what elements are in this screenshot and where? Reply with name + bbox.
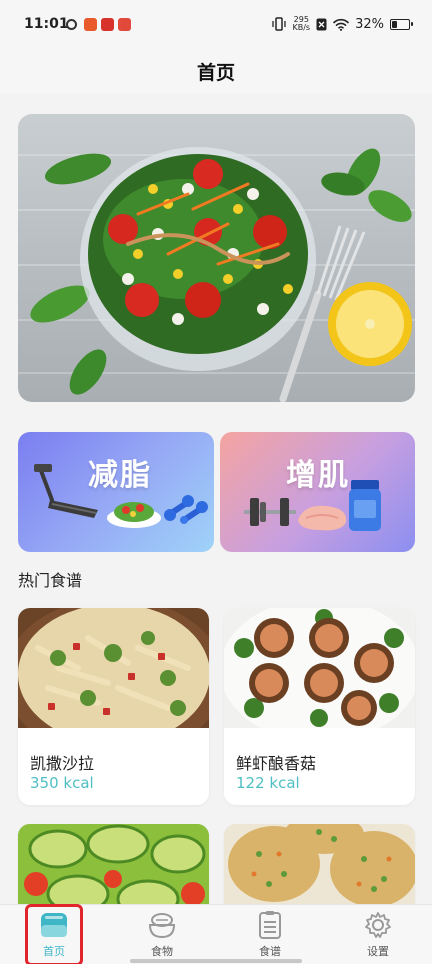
food-bowl-icon bbox=[148, 913, 176, 939]
recipe-image-stuffed-mushroom bbox=[224, 608, 415, 728]
hot-recipes-title: 热门食谱 bbox=[18, 571, 83, 590]
recipe-card-caesar-salad[interactable]: 凯撒沙拉 350 kcal bbox=[18, 608, 209, 805]
dumbbell-blue-icon bbox=[164, 495, 208, 524]
category-muscle-gain-card[interactable]: 增肌 bbox=[220, 432, 415, 552]
network-speed: 295 KB/s bbox=[292, 16, 310, 32]
page-title: 首页 bbox=[196, 62, 235, 84]
app-notification-icon bbox=[84, 18, 97, 31]
protein-jar-icon bbox=[349, 480, 381, 531]
tab-settings[interactable]: 设置 bbox=[324, 905, 432, 964]
category-fat-loss-card[interactable]: 减脂 bbox=[18, 432, 214, 552]
salad-plate-icon bbox=[107, 502, 161, 528]
tab-recipes-label: 食谱 bbox=[259, 945, 281, 958]
recipe-name: 凯撒沙拉 bbox=[30, 754, 95, 773]
active-tab-highlight bbox=[25, 904, 83, 964]
recipe-list-icon bbox=[259, 911, 281, 939]
nav-bar: 首页 bbox=[0, 48, 432, 94]
vibrate-icon bbox=[272, 17, 287, 31]
treadmill-icon bbox=[34, 464, 98, 518]
tab-food[interactable]: 食物 bbox=[108, 905, 216, 964]
status-bar: 11:01 295 KB/s 32% bbox=[0, 0, 432, 48]
sync-icon bbox=[66, 19, 77, 30]
recipe-card-cucumber[interactable] bbox=[18, 824, 209, 914]
barbell-icon bbox=[244, 498, 296, 526]
recipe-card-patties[interactable] bbox=[224, 824, 415, 914]
recipe-image-cucumber bbox=[18, 824, 209, 914]
recipe-image-caesar-salad bbox=[18, 608, 209, 728]
network-speed-unit: KB/s bbox=[292, 23, 311, 32]
mail-icon bbox=[101, 18, 114, 31]
category-muscle-gain-label: 增肌 bbox=[286, 458, 350, 493]
recipe-image-patties bbox=[224, 824, 415, 914]
recipe-kcal: 122 kcal bbox=[236, 774, 300, 792]
recipe-card-stuffed-mushroom[interactable]: 鲜虾酿香菇 122 kcal bbox=[224, 608, 415, 805]
chicken-breast-icon bbox=[298, 505, 347, 531]
battery-text: 32% bbox=[355, 16, 384, 32]
recipe-name: 鲜虾酿香菇 bbox=[236, 754, 317, 773]
status-time: 11:01 bbox=[24, 16, 69, 32]
status-right: 295 KB/s 32% bbox=[272, 16, 413, 32]
salad-illustration bbox=[30, 147, 412, 402]
tab-food-label: 食物 bbox=[151, 945, 173, 958]
gear-icon bbox=[365, 912, 391, 938]
wifi-icon bbox=[333, 18, 349, 31]
home-indicator bbox=[130, 959, 302, 963]
app-badge-icon bbox=[118, 18, 131, 31]
nfc-icon bbox=[316, 18, 327, 30]
tab-settings-label: 设置 bbox=[367, 945, 389, 958]
tab-recipes[interactable]: 食谱 bbox=[216, 905, 324, 964]
battery-icon bbox=[390, 18, 413, 30]
recipe-kcal: 350 kcal bbox=[30, 774, 94, 792]
hero-banner-salad[interactable] bbox=[18, 114, 415, 402]
